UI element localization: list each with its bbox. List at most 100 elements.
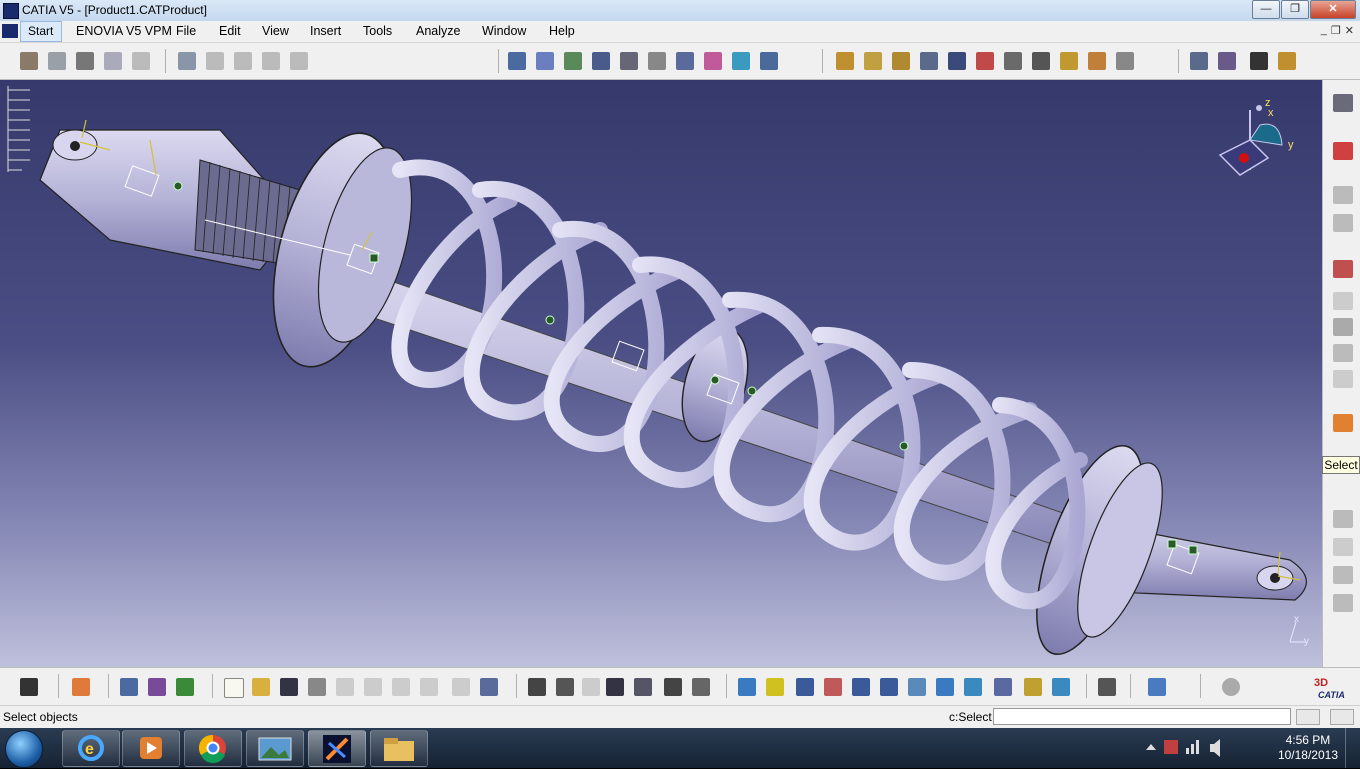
view-mode-icon[interactable] [1333, 318, 1353, 336]
multi-view-icon[interactable] [936, 678, 954, 696]
catalog-icon[interactable] [48, 52, 66, 70]
paste-icon[interactable] [392, 678, 410, 696]
document-icon[interactable] [2, 24, 18, 38]
power-input-button[interactable] [1296, 709, 1320, 725]
update-all-icon[interactable] [1098, 678, 1116, 696]
spec-tree-icon[interactable] [7, 86, 30, 172]
define-multi-instantiation-icon[interactable] [262, 52, 280, 70]
hyperlink-icon[interactable] [582, 678, 600, 696]
component-icon[interactable] [76, 52, 94, 70]
quick-view-icon[interactable] [1333, 344, 1353, 362]
generate-numbering-icon[interactable] [206, 52, 224, 70]
menu-help[interactable]: Help [549, 24, 575, 38]
reuse-pattern-icon[interactable] [290, 52, 308, 70]
new-product-icon[interactable] [1333, 214, 1353, 232]
comment-icon[interactable] [556, 678, 574, 696]
stop-manipulate-on-clash-icon[interactable] [592, 52, 610, 70]
file-explorer-icon[interactable] [370, 730, 428, 767]
save-icon[interactable] [280, 678, 298, 696]
menu-start[interactable]: Start [28, 24, 53, 38]
relations-icon[interactable] [692, 678, 710, 696]
internet-explorer-icon[interactable]: e [62, 730, 120, 767]
measure-inertia-icon[interactable] [892, 52, 910, 70]
menu-edit[interactable]: Edit [219, 24, 241, 38]
update-icon[interactable] [732, 52, 750, 70]
menu-insert[interactable]: Insert [310, 24, 341, 38]
tray-icons[interactable] [1140, 728, 1240, 768]
ungroup-icon[interactable] [1333, 594, 1353, 612]
windows-start-button[interactable] [5, 730, 43, 768]
distance-analysis-icon[interactable] [976, 52, 994, 70]
show-desktop-button[interactable] [1345, 728, 1360, 768]
explode-icon[interactable] [564, 52, 582, 70]
catia-app-icon[interactable] [3, 3, 19, 19]
tools-icon[interactable] [1218, 52, 1236, 70]
scene-icon[interactable] [176, 678, 194, 696]
mechanical-structure-icon[interactable] [1088, 52, 1106, 70]
clash-icon[interactable] [920, 52, 938, 70]
open-file-icon[interactable] [252, 678, 270, 696]
offset-constraint-icon[interactable] [676, 52, 694, 70]
lock-icon[interactable] [664, 678, 682, 696]
menu-enovia[interactable]: ENOVIA V5 VPM [76, 24, 172, 38]
camera-icon[interactable] [20, 678, 38, 696]
graph-tree-icon[interactable] [178, 52, 196, 70]
coincidence-constraint-icon[interactable] [620, 52, 638, 70]
select-icon[interactable] [1333, 414, 1353, 432]
measure-item-icon[interactable] [864, 52, 882, 70]
manipulation-icon[interactable] [508, 52, 526, 70]
swap-icon[interactable] [72, 678, 90, 696]
fly-mode-icon[interactable] [738, 678, 756, 696]
sectioning-icon[interactable] [948, 52, 966, 70]
dependencies-icon[interactable] [1060, 52, 1078, 70]
eraser-icon[interactable] [1148, 678, 1166, 696]
sketch-icon[interactable] [1333, 510, 1353, 528]
swap-visible-space-icon[interactable] [1333, 292, 1353, 310]
doc-minimize-button[interactable]: _ [1321, 24, 1327, 37]
menu-analyze[interactable]: Analyze [416, 24, 460, 38]
menu-window[interactable]: Window [482, 24, 526, 38]
media-player-icon[interactable] [122, 730, 180, 767]
zoom-out-icon[interactable] [880, 678, 898, 696]
catalog-browser-icon[interactable] [120, 678, 138, 696]
hide-show-icon[interactable] [1333, 260, 1353, 278]
chrome-icon[interactable] [184, 730, 242, 767]
photo-viewer-icon[interactable] [246, 730, 304, 767]
assembly-design-icon[interactable] [1333, 94, 1353, 112]
copy-icon[interactable] [364, 678, 382, 696]
replace-component-icon[interactable] [132, 52, 150, 70]
menu-tools[interactable]: Tools [363, 24, 392, 38]
shading-icon[interactable] [994, 678, 1012, 696]
zoom-in-icon[interactable] [852, 678, 870, 696]
formula-icon[interactable] [528, 678, 546, 696]
fast-multi-instantiation-icon[interactable] [234, 52, 252, 70]
measure-between-icon[interactable] [1333, 370, 1353, 388]
new-file-icon[interactable] [224, 678, 244, 698]
doc-restore-button[interactable]: ❐ [1331, 24, 1341, 37]
shock-absorber-model[interactable]: z x y x y [0, 80, 1322, 667]
swap-visible-icon[interactable] [1052, 678, 1070, 696]
fit-all-icon[interactable] [766, 678, 784, 696]
command-input[interactable] [993, 708, 1291, 725]
knowledge-icon[interactable] [634, 678, 652, 696]
expand-icon[interactable] [1333, 538, 1353, 556]
snap-icon[interactable] [536, 52, 554, 70]
constraints-analysis-icon[interactable] [1032, 52, 1050, 70]
cut-icon[interactable] [336, 678, 354, 696]
measure-icon[interactable] [836, 52, 854, 70]
normal-view-icon[interactable] [908, 678, 926, 696]
status-settings-button[interactable] [1330, 709, 1354, 725]
spring-coils[interactable] [391, 159, 1088, 610]
fix-component-icon[interactable] [760, 52, 778, 70]
isometric-view-icon[interactable] [964, 678, 982, 696]
close-button[interactable]: ✕ [1310, 0, 1356, 19]
bill-of-material-icon[interactable] [1004, 52, 1022, 70]
catia-taskbar-icon[interactable] [308, 730, 366, 767]
taskbar-clock[interactable]: 4:56 PM 10/18/2013 [1278, 733, 1338, 763]
undo-icon[interactable] [420, 678, 438, 696]
existing-component-icon[interactable] [104, 52, 122, 70]
redo-icon[interactable] [452, 678, 470, 696]
publication-icon[interactable] [1333, 142, 1353, 160]
new-component-icon[interactable] [1333, 186, 1353, 204]
contact-constraint-icon[interactable] [648, 52, 666, 70]
